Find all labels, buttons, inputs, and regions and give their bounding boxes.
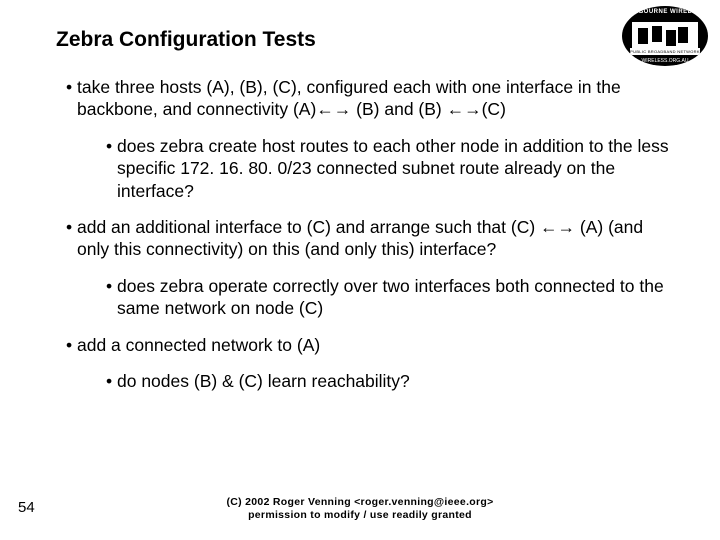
- footer-line-2: permission to modify / use readily grant…: [0, 509, 720, 522]
- logo-oval: MELBOURNE WIRELESS PUBLIC BROADBAND NETW…: [622, 6, 708, 66]
- bullet-level2: does zebra operate correctly over two in…: [106, 275, 672, 320]
- logo-badge: MELBOURNE WIRELESS PUBLIC BROADBAND NETW…: [622, 6, 708, 66]
- bullet-level1: take three hosts (A), (B), (C), configur…: [66, 76, 672, 121]
- logo-url-text: WIRELESS.ORG.AU: [622, 58, 708, 64]
- bullet-level1: add an additional interface to (C) and a…: [66, 216, 672, 261]
- slide-content: take three hosts (A), (B), (C), configur…: [48, 76, 672, 392]
- logo-band-text: PUBLIC BROADBAND NETWORK: [630, 48, 700, 55]
- footer: (C) 2002 Roger Venning <roger.venning@ie…: [0, 496, 720, 522]
- bullet-level2: does zebra create host routes to each ot…: [106, 135, 672, 202]
- logo-top-text: MELBOURNE WIRELESS: [622, 9, 708, 15]
- footer-line-1: (C) 2002 Roger Venning <roger.venning@ie…: [0, 496, 720, 509]
- slide: MELBOURNE WIRELESS PUBLIC BROADBAND NETW…: [0, 0, 720, 540]
- logo-skyline-icon: [632, 22, 698, 48]
- bullet-level2: do nodes (B) & (C) learn reachability?: [106, 370, 672, 392]
- bullet-level1: add a connected network to (A): [66, 334, 672, 356]
- slide-title: Zebra Configuration Tests: [56, 28, 672, 52]
